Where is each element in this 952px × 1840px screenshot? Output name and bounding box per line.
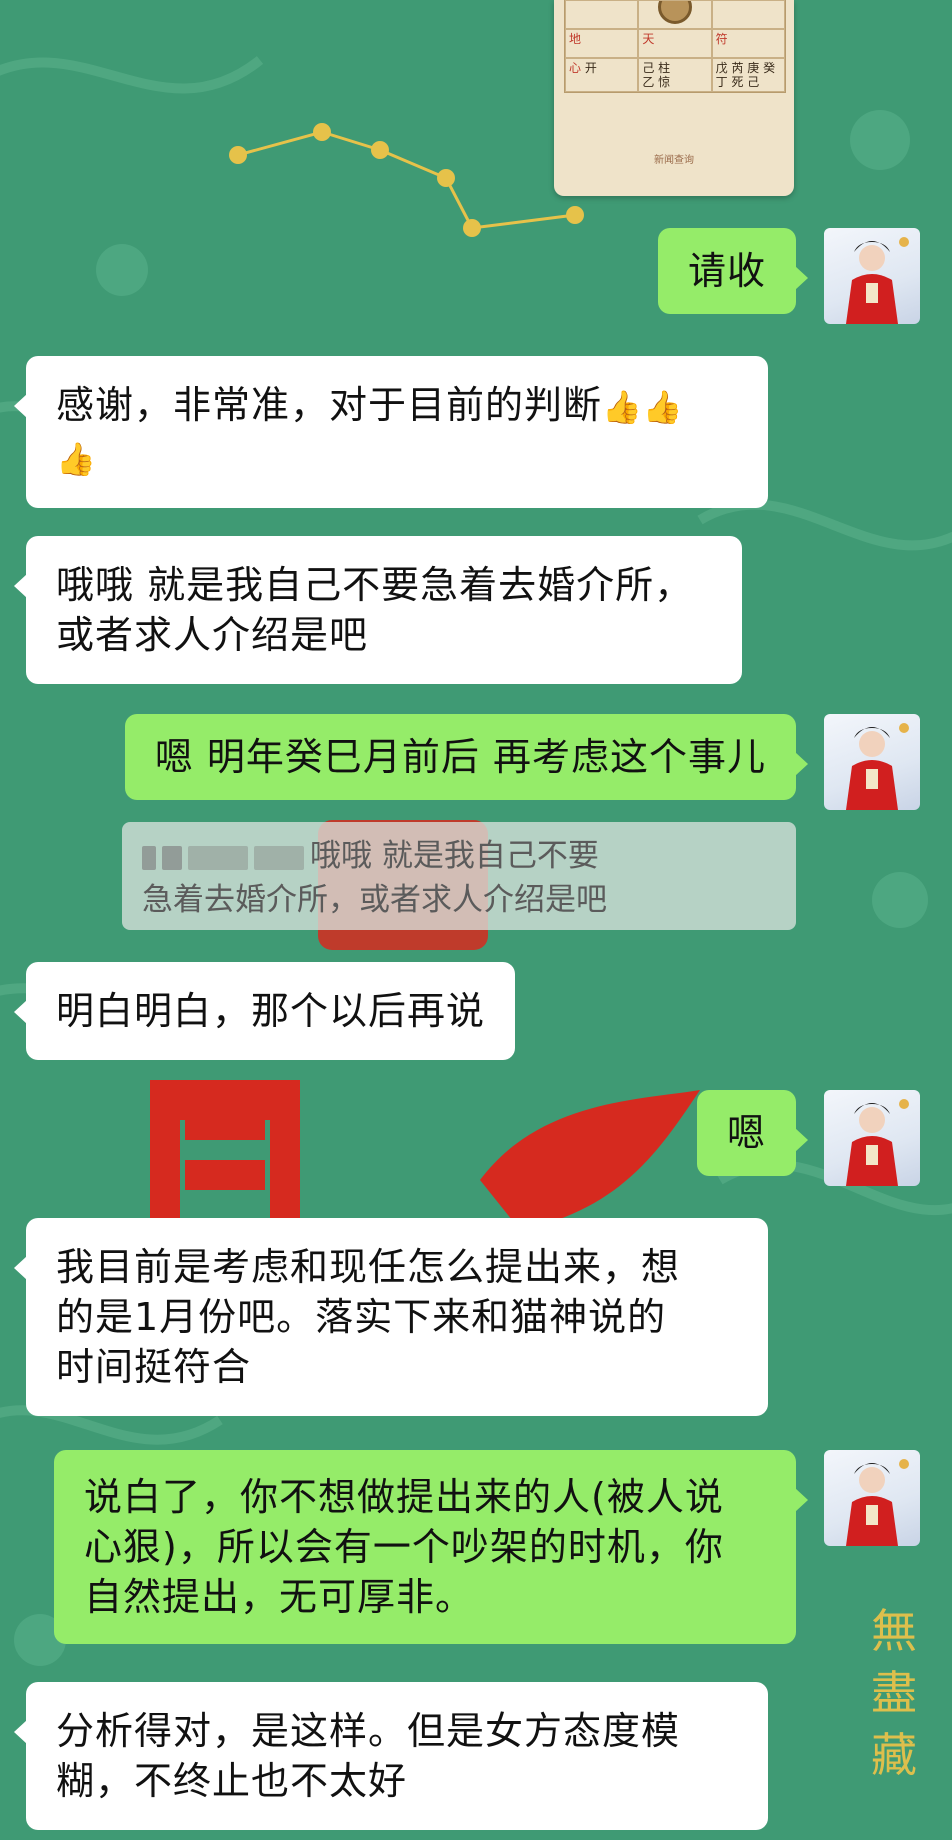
chart-cell: 地 xyxy=(565,29,639,58)
message-text-line: 或者求人介绍是吧 xyxy=(56,613,369,657)
message-text: 嗯 明年癸巳月前后 再考虑这个事儿 xyxy=(154,735,766,779)
avatar-image xyxy=(846,237,909,324)
message-bubble-incoming[interactable]: 我目前是考虑和现任怎么提出来，想 的是1月份吧。落实下来和猫神说的 时间挺符合 xyxy=(14,1218,768,1416)
chart-footer: 新闻查询 xyxy=(654,155,694,166)
chart-cell xyxy=(711,0,785,29)
redacted-block xyxy=(142,845,156,870)
message-bubble-outgoing[interactable]: 嗯 xyxy=(696,1090,809,1176)
message-bubble-outgoing[interactable]: 嗯 明年癸巳月前后 再考虑这个事儿 xyxy=(124,714,809,800)
avatar[interactable] xyxy=(824,1090,920,1186)
chart-image-card[interactable]: 地 天 符 心 开 己 柱乙 惊 戊 芮 庚 癸丁 死 己 新闻查询 xyxy=(554,0,794,196)
quote-line: 急着去婚介所，或者求人介绍是吧 xyxy=(142,882,607,918)
thumbs-up-emoji: 👍 xyxy=(602,388,643,426)
message-text-line: 的是1月份吧。落实下来和猫神说的 xyxy=(56,1295,667,1339)
chart-cell: 符 xyxy=(711,29,785,58)
avatar[interactable] xyxy=(824,1450,920,1546)
message-text-line: 说白了，你不想做提出来的人(被人说 xyxy=(84,1475,724,1519)
chart-cell xyxy=(565,0,639,29)
constellation-decoration xyxy=(229,123,584,237)
thumbs-up-emoji: 👍 xyxy=(642,388,684,426)
avatar-image xyxy=(846,1099,909,1186)
message-text-line: 自然提出，无可厚非。 xyxy=(84,1575,475,1619)
avatar-image xyxy=(846,1459,909,1546)
avatar[interactable] xyxy=(824,228,920,324)
message-bubble-incoming[interactable]: 明白明白，那个以后再说 xyxy=(13,962,516,1060)
thumbs-up-emoji: 👍 xyxy=(56,440,97,478)
message-bubble-incoming[interactable]: 哦哦 就是我自己不要急着去婚介所， 或者求人介绍是吧 xyxy=(14,536,742,684)
message-text: 请收 xyxy=(687,249,766,293)
chart-cell: 戊 芮 庚 癸丁 死 己 xyxy=(711,58,785,92)
message-text-line: 心狠)，所以会有一个吵架的时机，你 xyxy=(84,1525,724,1569)
chart-cell: 己 柱乙 惊 xyxy=(638,58,712,92)
avatar-image xyxy=(846,723,909,810)
message-text: 嗯 xyxy=(726,1111,766,1155)
message-bubble-incoming[interactable]: 感谢，非常准，对于目前的判断👍👍 👍 xyxy=(14,356,768,508)
message-bubble-outgoing[interactable]: 请收 xyxy=(657,228,809,314)
quote-line: 哦哦 就是我自己不要 xyxy=(142,834,776,878)
message-text: 感谢，非常准，对于目前的判断 xyxy=(56,383,603,427)
redacted-block xyxy=(188,845,248,870)
redacted-block xyxy=(162,845,182,870)
message-text-line: 我目前是考虑和现任怎么提出来，想 xyxy=(56,1245,681,1289)
message-text-line: 糊，不终止也不太好 xyxy=(56,1759,408,1803)
chart-cell: 天 xyxy=(638,29,712,58)
chart-grid: 地 天 符 心 开 己 柱乙 惊 戊 芮 庚 癸丁 死 己 xyxy=(564,0,786,93)
message-text: 明白明白，那个以后再说 xyxy=(56,989,486,1033)
avatar[interactable] xyxy=(824,714,920,810)
chart-cell: 心 开 xyxy=(565,58,639,92)
chart-cell xyxy=(638,0,712,29)
redacted-block xyxy=(254,845,304,870)
message-text-line: 时间挺符合 xyxy=(56,1345,252,1389)
quoted-message[interactable]: 哦哦 就是我自己不要 急着去婚介所，或者求人介绍是吧 xyxy=(122,822,796,930)
message-bubble-outgoing[interactable]: 说白了，你不想做提出来的人(被人说 心狠)，所以会有一个吵架的时机，你 自然提出… xyxy=(54,1450,808,1644)
message-bubble-incoming[interactable]: 分析得对，是这样。但是女方态度模 糊，不终止也不太好 xyxy=(14,1682,768,1830)
calligraphy-watermark: 無 盡 藏 xyxy=(871,1604,917,1782)
message-text-line: 分析得对，是这样。但是女方态度模 xyxy=(56,1709,681,1753)
message-text-line: 哦哦 就是我自己不要急着去婚介所， xyxy=(56,563,694,607)
